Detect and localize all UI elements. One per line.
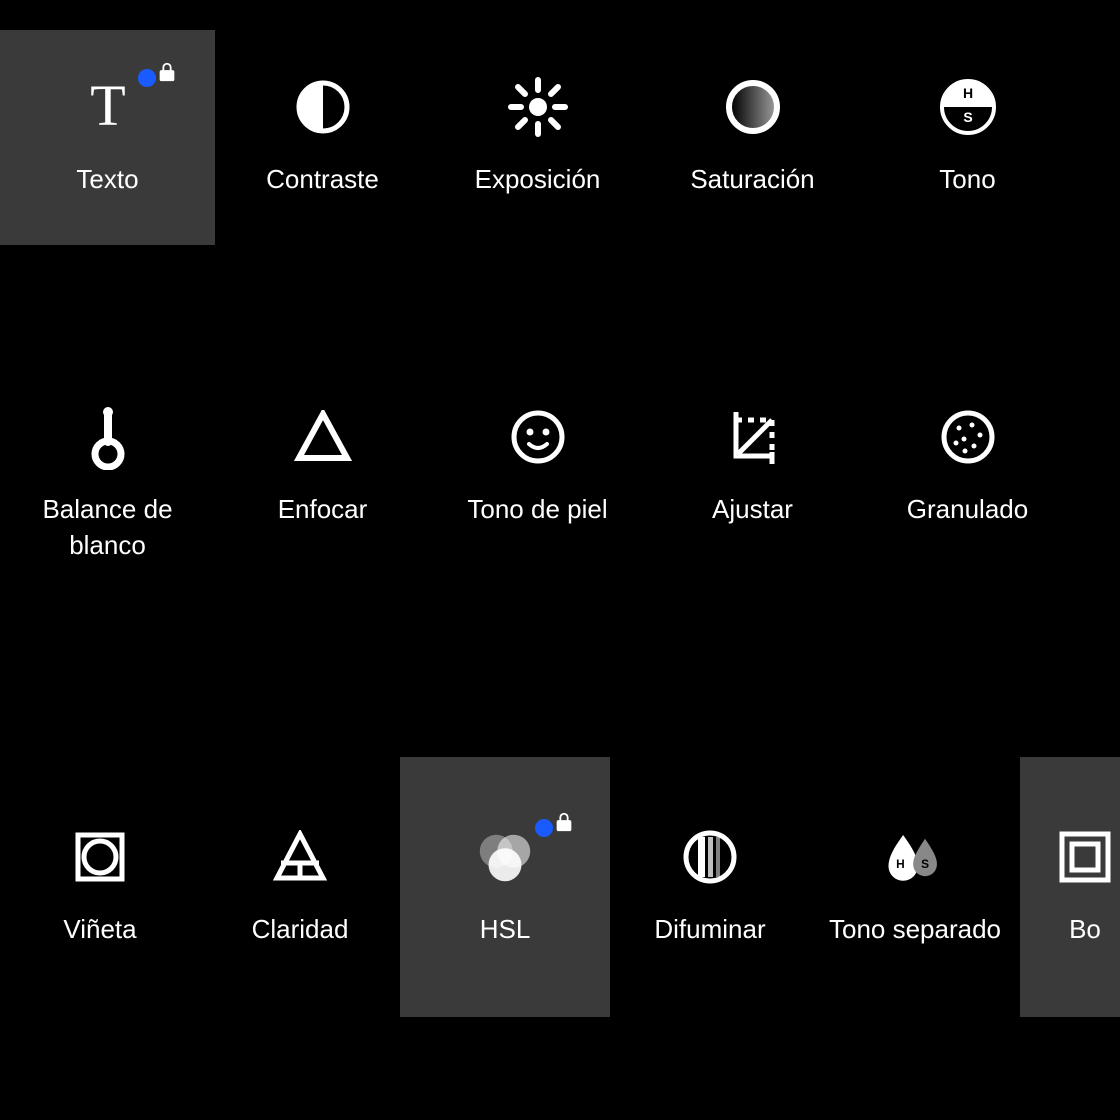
clarity-icon — [268, 825, 332, 889]
tool-contraste[interactable]: Contraste — [215, 30, 430, 245]
vignette-icon — [68, 825, 132, 889]
tool-label: Tono — [939, 161, 995, 197]
tool-claridad[interactable]: Claridad — [200, 780, 400, 995]
tool-tonosep[interactable]: H S Tono separado — [810, 780, 1020, 995]
svg-text:S: S — [921, 857, 929, 871]
skin-tone-icon — [506, 405, 570, 469]
svg-text:H: H — [962, 85, 972, 101]
tool-exposicion[interactable]: Exposición — [430, 30, 645, 245]
blur-icon — [678, 825, 742, 889]
tool-label: Texto — [76, 161, 138, 197]
grain-icon — [936, 405, 1000, 469]
tool-label: Contraste — [266, 161, 379, 197]
contrast-icon — [291, 75, 355, 139]
tool-texto[interactable]: T Texto — [0, 30, 215, 245]
text-icon: T — [76, 75, 140, 139]
tool-label: Viñeta — [63, 911, 136, 947]
tone-icon: H S — [936, 75, 1000, 139]
tool-vineta[interactable]: Viñeta — [0, 780, 200, 995]
tools-grid: T Texto Contraste — [0, 0, 1120, 575]
saturation-icon — [721, 75, 785, 139]
tool-label: Tono de piel — [467, 491, 607, 527]
tool-enfocar[interactable]: Enfocar — [215, 360, 430, 575]
sharpen-icon — [291, 405, 355, 469]
active-dot — [535, 819, 553, 837]
tool-label: Difuminar — [654, 911, 765, 947]
hsl-icon — [473, 825, 537, 889]
tool-label: Balance de blanco — [18, 491, 198, 564]
tool-tonopiel[interactable]: Tono de piel — [430, 360, 645, 575]
lock-icon — [553, 811, 575, 833]
tool-label: Ajustar — [712, 491, 793, 527]
active-dot — [138, 69, 156, 87]
tool-balance[interactable]: Balance de blanco — [0, 360, 215, 575]
tool-label: HSL — [480, 911, 531, 947]
tool-label: Granulado — [907, 491, 1028, 527]
svg-text:S: S — [963, 109, 972, 125]
white-balance-icon — [76, 405, 140, 469]
exposure-icon — [506, 75, 570, 139]
tool-ajustar[interactable]: Ajustar — [645, 360, 860, 575]
tool-granulado[interactable]: Granulado — [860, 360, 1075, 575]
svg-text:T: T — [90, 77, 125, 137]
tool-difuminar[interactable]: Difuminar — [610, 780, 810, 995]
border-icon — [1053, 825, 1117, 889]
tool-hsl[interactable]: HSL — [400, 757, 610, 1017]
tool-label: Claridad — [252, 911, 349, 947]
svg-text:H: H — [896, 857, 905, 871]
tool-saturacion[interactable]: Saturación — [645, 30, 860, 245]
split-tone-icon: H S — [883, 825, 947, 889]
adjust-icon — [721, 405, 785, 469]
tool-label: Bo — [1069, 911, 1101, 947]
tool-label: Saturación — [690, 161, 814, 197]
tool-label: Tono separado — [829, 911, 1001, 947]
lock-icon — [156, 61, 178, 83]
tool-bo[interactable]: Bo — [1020, 757, 1120, 1017]
tool-label: Exposición — [475, 161, 601, 197]
tools-row-3: Viñeta Claridad HSL — [0, 780, 1120, 1017]
tool-tono[interactable]: H S Tono — [860, 30, 1075, 245]
tool-label: Enfocar — [278, 491, 368, 527]
